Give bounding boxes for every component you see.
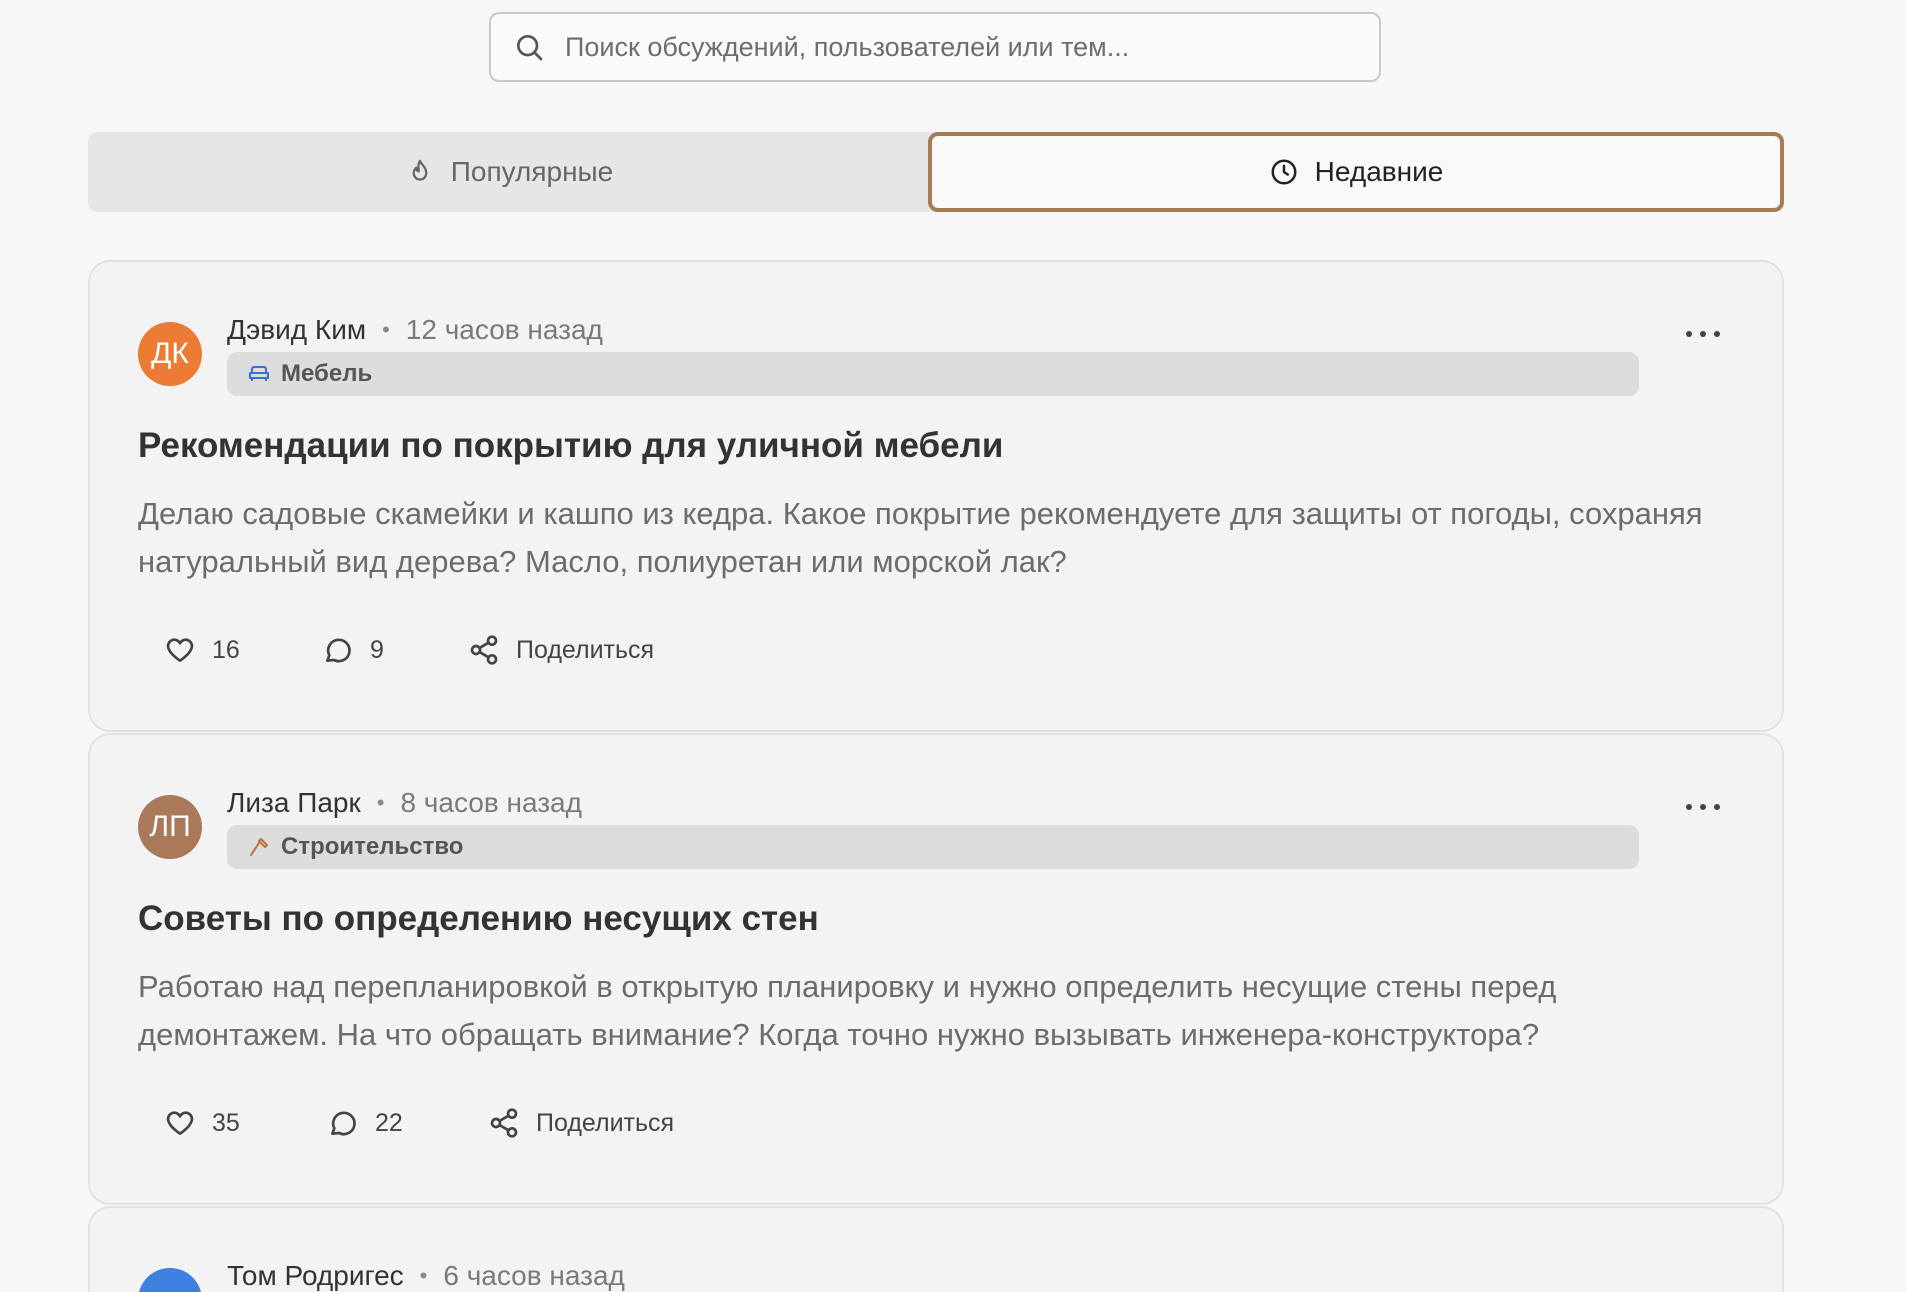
sofa-icon (249, 366, 269, 381)
separator-dot: • (376, 790, 385, 815)
post-title[interactable]: Советы по определению несущих стен (138, 899, 819, 939)
more-dot (1714, 331, 1720, 337)
share-icon (470, 635, 498, 665)
share-icon (490, 1108, 518, 1138)
separator-dot: • (419, 1263, 428, 1288)
share-button[interactable]: Поделиться (468, 634, 654, 666)
tab-recent-label: Недавние (1314, 156, 1444, 187)
flame-icon (412, 159, 428, 181)
post-card: ДК Дэвид Ким • 12 часов назад Мебель Рек… (88, 260, 1784, 732)
like-count: 35 (212, 1108, 240, 1137)
more-dot (1714, 804, 1720, 810)
heart-icon (166, 1111, 194, 1135)
like-button[interactable]: 35 (164, 1107, 240, 1139)
comment-icon (331, 1111, 356, 1136)
post-title[interactable]: Рекомендации по покрытию для уличной меб… (138, 426, 1003, 466)
share-button[interactable]: Поделиться (488, 1107, 674, 1139)
avatar-initials: ЛП (149, 810, 191, 843)
more-dot (1686, 804, 1692, 810)
search-icon (517, 35, 543, 61)
search-bar[interactable] (489, 12, 1381, 82)
category-badge[interactable]: Мебель (227, 352, 1639, 396)
more-dot (1700, 804, 1706, 810)
author-name[interactable]: Лиза Парк (227, 787, 361, 819)
comment-count: 22 (375, 1108, 403, 1137)
avatar-initials: ДК (151, 337, 189, 370)
search-input[interactable] (563, 30, 1347, 64)
avatar[interactable]: ЛП (138, 795, 202, 859)
feed-tabs: Популярные Недавние (88, 132, 1784, 212)
post-meta: Том Родригес • 6 часов назад (227, 1260, 625, 1292)
more-options-button[interactable] (1686, 322, 1720, 346)
tab-popular-label: Популярные (450, 156, 614, 187)
author-name[interactable]: Том Родригес (227, 1260, 404, 1292)
author-name[interactable]: Дэвид Ким (227, 314, 366, 346)
category-badge[interactable]: Строительство (227, 825, 1639, 869)
comment-button[interactable]: 9 (322, 634, 384, 666)
post-body: Делаю садовые скамейки и кашпо из кедра.… (138, 496, 1703, 579)
category-label: Мебель (281, 360, 373, 387)
tab-popular[interactable]: Популярные (88, 132, 930, 212)
post-time: 12 часов назад (405, 314, 603, 345)
post-meta: Дэвид Ким • 12 часов назад (227, 314, 603, 346)
post-card: Том Родригес • 6 часов назад (88, 1206, 1784, 1292)
post-body: Работаю над перепланировкой в открытую п… (138, 969, 1557, 1052)
avatar[interactable]: ДК (138, 322, 202, 386)
post-time: 8 часов назад (400, 787, 582, 818)
hammer-icon (250, 838, 268, 856)
comment-icon (326, 638, 351, 663)
comment-count: 9 (370, 635, 384, 664)
category-label: Строительство (281, 833, 464, 860)
avatar[interactable] (138, 1268, 202, 1292)
more-options-button[interactable] (1686, 795, 1720, 819)
more-dot (1686, 331, 1692, 337)
share-label: Поделиться (536, 1108, 675, 1137)
share-label: Поделиться (516, 635, 655, 664)
separator-dot: • (382, 317, 390, 342)
post-card: ЛП Лиза Парк • 8 часов назад Строительст… (88, 733, 1784, 1205)
like-button[interactable]: 16 (164, 634, 240, 666)
more-dot (1700, 331, 1706, 337)
post-meta: Лиза Парк • 8 часов назад (227, 787, 582, 819)
clock-icon (1271, 159, 1297, 185)
heart-icon (166, 638, 194, 662)
comment-button[interactable]: 22 (327, 1107, 403, 1139)
like-count: 16 (212, 635, 240, 664)
tab-recent[interactable]: Недавние (928, 132, 1784, 212)
post-time: 6 часов назад (443, 1260, 625, 1291)
